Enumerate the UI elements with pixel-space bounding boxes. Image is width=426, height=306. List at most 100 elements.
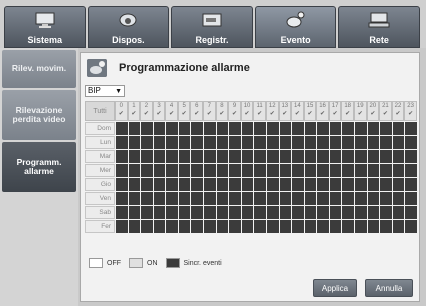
schedule-cell[interactable]	[254, 220, 266, 233]
apply-button[interactable]: Applica	[313, 279, 357, 297]
schedule-cell[interactable]	[216, 178, 229, 191]
schedule-cell[interactable]	[128, 206, 141, 219]
schedule-cell[interactable]	[191, 192, 204, 205]
schedule-cell[interactable]	[254, 178, 266, 191]
schedule-cell[interactable]	[141, 136, 153, 149]
sidebar-item-programm-allarme[interactable]: Programm. allarme	[2, 142, 76, 192]
schedule-cell[interactable]	[141, 122, 153, 135]
schedule-cell[interactable]	[116, 136, 128, 149]
schedule-cell[interactable]	[191, 136, 204, 149]
schedule-cell[interactable]	[178, 136, 191, 149]
schedule-cell[interactable]	[153, 122, 166, 135]
hour-header-cell[interactable]: 18 ✔	[341, 101, 354, 121]
schedule-cell[interactable]	[380, 164, 392, 177]
schedule-cell[interactable]	[367, 164, 380, 177]
schedule-cell[interactable]	[216, 136, 229, 149]
schedule-cell[interactable]	[141, 178, 153, 191]
schedule-cell[interactable]	[229, 150, 241, 163]
schedule-cell[interactable]	[204, 136, 216, 149]
schedule-cell[interactable]	[229, 164, 241, 177]
schedule-cell[interactable]	[178, 220, 191, 233]
schedule-cell[interactable]	[153, 164, 166, 177]
schedule-cell[interactable]	[304, 178, 317, 191]
tab-rete[interactable]: Rete	[338, 6, 420, 48]
hour-header-cell[interactable]: 23 ✔	[404, 101, 417, 121]
schedule-cell[interactable]	[317, 206, 329, 219]
schedule-cell[interactable]	[292, 206, 304, 219]
schedule-cell[interactable]	[254, 150, 266, 163]
schedule-cell[interactable]	[128, 122, 141, 135]
schedule-cell[interactable]	[178, 192, 191, 205]
schedule-cell[interactable]	[241, 122, 254, 135]
schedule-cell[interactable]	[229, 192, 241, 205]
schedule-cell[interactable]	[166, 206, 178, 219]
hour-header-cell[interactable]: 9 ✔	[228, 101, 241, 121]
schedule-cell[interactable]	[241, 192, 254, 205]
schedule-cell[interactable]	[191, 164, 204, 177]
schedule-cell[interactable]	[342, 150, 354, 163]
schedule-cell[interactable]	[392, 136, 405, 149]
schedule-cell[interactable]	[141, 220, 153, 233]
schedule-cell[interactable]	[266, 178, 279, 191]
schedule-cell[interactable]	[329, 136, 342, 149]
schedule-cell[interactable]	[405, 206, 417, 219]
hour-header-cell[interactable]: 21 ✔	[379, 101, 392, 121]
schedule-cell[interactable]	[178, 206, 191, 219]
schedule-cell[interactable]	[304, 122, 317, 135]
hour-header-cell[interactable]: 8 ✔	[215, 101, 229, 121]
schedule-cell[interactable]	[367, 178, 380, 191]
hour-header-cell[interactable]: 4 ✔	[165, 101, 178, 121]
schedule-cell[interactable]	[317, 164, 329, 177]
hour-header-cell[interactable]: 5 ✔	[177, 101, 191, 121]
schedule-cell[interactable]	[116, 192, 128, 205]
schedule-cell[interactable]	[380, 150, 392, 163]
schedule-cell[interactable]	[317, 192, 329, 205]
schedule-cell[interactable]	[279, 150, 292, 163]
schedule-cell[interactable]	[292, 178, 304, 191]
schedule-cell[interactable]	[317, 220, 329, 233]
schedule-cell[interactable]	[191, 150, 204, 163]
schedule-cell[interactable]	[191, 122, 204, 135]
schedule-cell[interactable]	[292, 136, 304, 149]
schedule-cell[interactable]	[354, 178, 367, 191]
schedule-cell[interactable]	[329, 150, 342, 163]
sidebar-item-rilev-movim[interactable]: Rilev. movim.	[2, 50, 76, 88]
schedule-cell[interactable]	[405, 178, 417, 191]
schedule-cell[interactable]	[266, 164, 279, 177]
schedule-cell[interactable]	[116, 150, 128, 163]
schedule-cell[interactable]	[292, 192, 304, 205]
schedule-cell[interactable]	[342, 192, 354, 205]
schedule-cell[interactable]	[292, 220, 304, 233]
schedule-cell[interactable]	[392, 220, 405, 233]
schedule-cell[interactable]	[241, 220, 254, 233]
schedule-cell[interactable]	[204, 150, 216, 163]
schedule-cell[interactable]	[266, 220, 279, 233]
schedule-cell[interactable]	[304, 220, 317, 233]
schedule-cell[interactable]	[266, 192, 279, 205]
tab-registr[interactable]: Registr.	[171, 6, 253, 48]
schedule-cell[interactable]	[128, 136, 141, 149]
tab-sistema[interactable]: Sistema	[4, 6, 86, 48]
schedule-cell[interactable]	[216, 220, 229, 233]
schedule-cell[interactable]	[405, 122, 417, 135]
schedule-cell[interactable]	[178, 164, 191, 177]
schedule-cell[interactable]	[392, 164, 405, 177]
cancel-button[interactable]: Annulla	[365, 279, 413, 297]
schedule-cell[interactable]	[329, 178, 342, 191]
schedule-cell[interactable]	[116, 220, 128, 233]
schedule-cell[interactable]	[166, 178, 178, 191]
schedule-cell[interactable]	[166, 220, 178, 233]
schedule-cell[interactable]	[304, 206, 317, 219]
schedule-cell[interactable]	[153, 192, 166, 205]
hour-header-cell[interactable]: 14 ✔	[291, 101, 304, 121]
schedule-cell[interactable]	[254, 206, 266, 219]
schedule-cell[interactable]	[405, 150, 417, 163]
schedule-cell[interactable]	[153, 136, 166, 149]
schedule-cell[interactable]	[116, 164, 128, 177]
hour-header-cell[interactable]: 7 ✔	[203, 101, 216, 121]
schedule-cell[interactable]	[204, 192, 216, 205]
schedule-cell[interactable]	[216, 206, 229, 219]
schedule-cell[interactable]	[166, 136, 178, 149]
schedule-cell[interactable]	[254, 164, 266, 177]
schedule-cell[interactable]	[241, 178, 254, 191]
